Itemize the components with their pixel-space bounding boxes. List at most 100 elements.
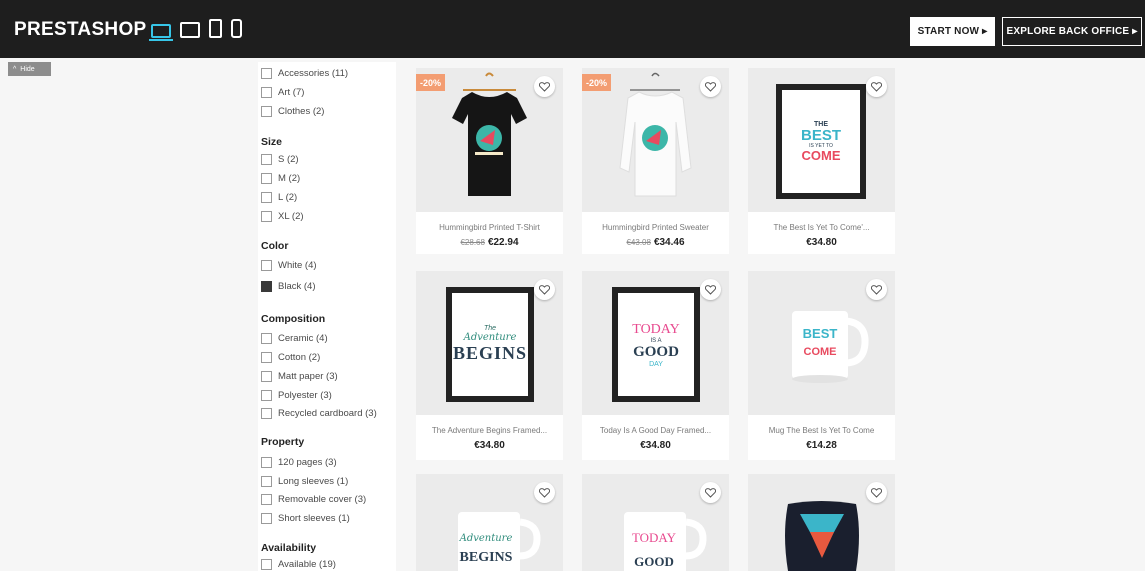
current-price: €34.80 — [640, 440, 671, 451]
facet-item[interactable]: 120 pages (3) — [261, 457, 337, 468]
discount-badge: -20% — [582, 74, 611, 91]
checkbox[interactable] — [261, 352, 272, 363]
facet-item[interactable]: L (2) — [261, 192, 297, 203]
current-price: €34.46 — [653, 237, 685, 248]
checkbox[interactable] — [261, 408, 272, 419]
current-price: €14.28 — [806, 440, 837, 451]
checkbox[interactable] — [261, 192, 272, 203]
product-card[interactable]: -20% Hummingbird Printed Sweater €43.08 €… — [582, 68, 729, 254]
product-card[interactable]: The Adventure BEGINS The Adventure Begin… — [416, 271, 563, 460]
facet-item[interactable]: XL (2) — [261, 211, 304, 222]
facet-item[interactable]: S (2) — [261, 154, 299, 165]
wishlist-heart-icon[interactable] — [534, 482, 555, 503]
facet-item[interactable]: Clothes (2) — [261, 106, 324, 117]
svg-text:Adventure: Adventure — [459, 533, 513, 544]
facet-title-property: Property — [261, 436, 305, 448]
product-image[interactable]: Adventure BEGINS — [416, 474, 563, 571]
product-card[interactable]: -20% Hummingbird Printed T-Shirt €28.68 €… — [416, 68, 563, 254]
product-image[interactable]: BEST COME — [748, 271, 895, 415]
product-name[interactable]: Hummingbird Printed Sweater — [582, 223, 729, 232]
mobile-icon[interactable] — [231, 19, 242, 38]
checkbox[interactable] — [261, 87, 272, 98]
facet-title-size: Size — [261, 136, 283, 148]
checkbox-checked[interactable] — [261, 281, 272, 292]
facet-item[interactable]: Polyester (3) — [261, 390, 332, 401]
old-price: €28.68 — [460, 238, 485, 247]
product-card[interactable]: TODAY GOOD — [582, 474, 729, 571]
product-price: €43.08 €34.46 — [582, 237, 729, 248]
hide-button[interactable]: ^ Hide — [8, 62, 51, 76]
facet-title-color: Color — [261, 240, 289, 252]
product-image[interactable]: TODAY IS A GOOD DAY — [582, 271, 729, 415]
wishlist-heart-icon[interactable] — [700, 482, 721, 503]
product-image[interactable]: The Adventure BEGINS — [416, 271, 563, 415]
product-card[interactable]: Adventure BEGINS — [416, 474, 563, 571]
product-image[interactable]: -20% — [416, 68, 563, 212]
prestashop-logo[interactable]: PRESTASHOP — [14, 19, 147, 41]
product-name[interactable]: Today Is A Good Day Framed... — [582, 426, 729, 435]
product-image[interactable]: THE BEST IS YET TO COME — [748, 68, 895, 212]
product-image[interactable] — [748, 474, 895, 571]
product-image[interactable]: TODAY GOOD — [582, 474, 729, 571]
facet-item[interactable]: Short sleeves (1) — [261, 513, 350, 524]
wishlist-heart-icon[interactable] — [700, 279, 721, 300]
checkbox[interactable] — [261, 513, 272, 524]
explore-back-office-button[interactable]: EXPLORE BACK OFFICE ▸ — [1002, 17, 1142, 46]
current-price: €34.80 — [806, 237, 837, 248]
top-bar: PRESTASHOP START NOW ▸ EXPLORE BACK OFFI… — [0, 0, 1145, 58]
facet-item[interactable]: Art (7) — [261, 87, 304, 98]
desktop-icon[interactable] — [149, 24, 173, 41]
svg-text:TODAY: TODAY — [632, 530, 677, 545]
facet-item[interactable]: Cotton (2) — [261, 352, 320, 363]
wishlist-heart-icon[interactable] — [700, 76, 721, 97]
checkbox[interactable] — [261, 494, 272, 505]
checkbox[interactable] — [261, 68, 272, 79]
facet-item[interactable]: Removable cover (3) — [261, 494, 366, 505]
framed-poster: TODAY IS A GOOD DAY — [612, 287, 700, 402]
checkbox[interactable] — [261, 371, 272, 382]
tablet-portrait-icon[interactable] — [209, 19, 222, 38]
product-card[interactable]: TODAY IS A GOOD DAY Today Is A Good Day … — [582, 271, 729, 460]
facet-item[interactable]: Black (4) — [261, 281, 315, 292]
current-price: €34.80 — [474, 440, 505, 451]
facet-item[interactable]: Matt paper (3) — [261, 371, 338, 382]
wishlist-heart-icon[interactable] — [534, 279, 555, 300]
facet-item[interactable]: M (2) — [261, 173, 300, 184]
checkbox[interactable] — [261, 390, 272, 401]
checkbox[interactable] — [261, 173, 272, 184]
facet-item[interactable]: Available (19) — [261, 559, 336, 570]
chevron-up-icon: ^ — [13, 65, 17, 73]
wishlist-heart-icon[interactable] — [866, 279, 887, 300]
product-name[interactable]: The Adventure Begins Framed... — [416, 426, 563, 435]
tablet-landscape-icon[interactable] — [180, 22, 200, 38]
product-name[interactable]: Mug The Best Is Yet To Come — [748, 426, 895, 435]
checkbox[interactable] — [261, 333, 272, 344]
checkbox[interactable] — [261, 211, 272, 222]
start-now-button[interactable]: START NOW ▸ — [910, 17, 995, 46]
checkbox[interactable] — [261, 260, 272, 271]
checkbox[interactable] — [261, 154, 272, 165]
checkbox[interactable] — [261, 457, 272, 468]
svg-text:BEST: BEST — [803, 326, 838, 341]
product-name[interactable]: The Best Is Yet To Come'... — [748, 223, 895, 232]
facet-item[interactable]: Recycled cardboard (3) — [261, 408, 377, 419]
product-card[interactable]: BEST COME Mug The Best Is Yet To Come €1… — [748, 271, 895, 460]
checkbox[interactable] — [261, 559, 272, 570]
product-price: €14.28 — [748, 440, 895, 451]
facet-item[interactable]: White (4) — [261, 260, 317, 271]
checkbox[interactable] — [261, 476, 272, 487]
product-name[interactable]: Hummingbird Printed T-Shirt — [416, 223, 563, 232]
hide-label: Hide — [20, 65, 35, 73]
current-price: €22.94 — [487, 237, 519, 248]
product-card[interactable]: THE BEST IS YET TO COME The Best Is Yet … — [748, 68, 895, 254]
facet-item[interactable]: Ceramic (4) — [261, 333, 328, 344]
product-price: €28.68 €22.94 — [416, 237, 563, 248]
wishlist-heart-icon[interactable] — [866, 76, 887, 97]
wishlist-heart-icon[interactable] — [866, 482, 887, 503]
wishlist-heart-icon[interactable] — [534, 76, 555, 97]
facet-item[interactable]: Accessories (11) — [261, 68, 348, 79]
product-card[interactable] — [748, 474, 895, 571]
facet-item[interactable]: Long sleeves (1) — [261, 476, 348, 487]
product-image[interactable]: -20% — [582, 68, 729, 212]
checkbox[interactable] — [261, 106, 272, 117]
